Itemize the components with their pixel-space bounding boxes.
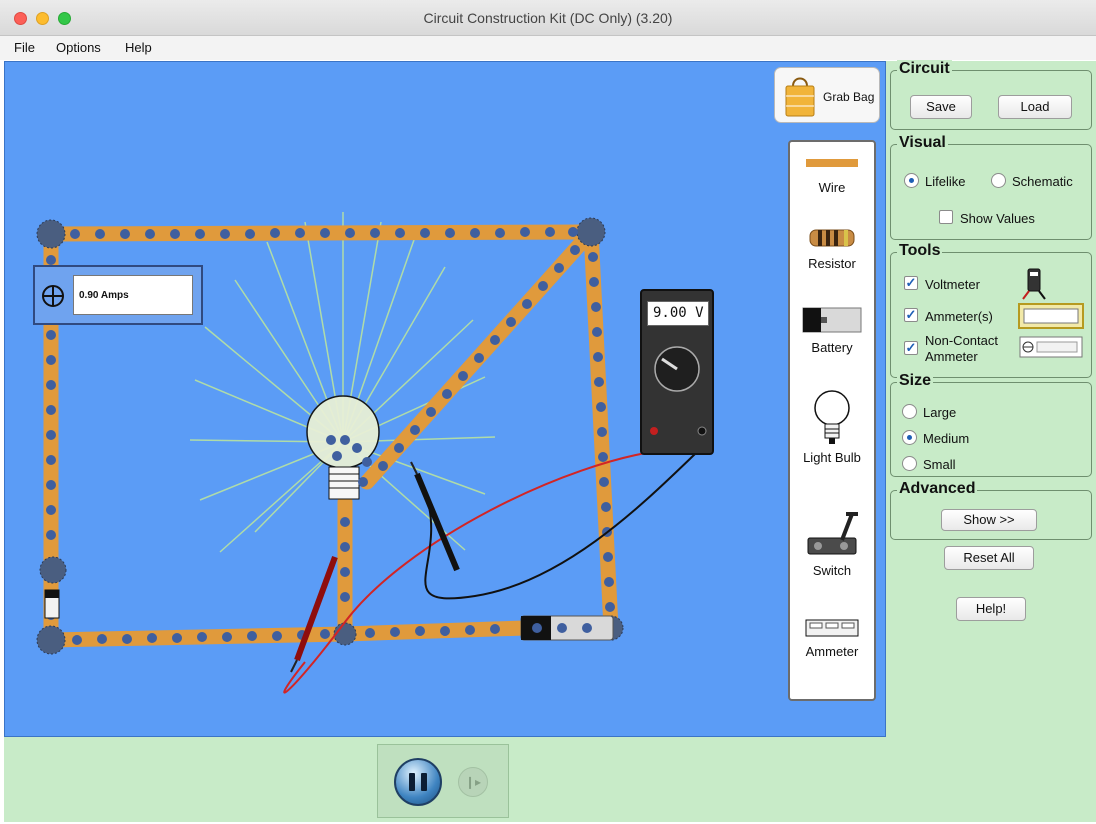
- advanced-group-title: Advanced: [897, 480, 978, 498]
- toolbox-ammeter[interactable]: Ammeter: [790, 618, 874, 668]
- voltmeter[interactable]: 9.00 V: [640, 289, 714, 455]
- medium-radio[interactable]: [902, 430, 917, 445]
- probe-red: [290, 555, 338, 673]
- schematic-label: Schematic: [1012, 174, 1073, 189]
- small-label: Small: [923, 457, 956, 472]
- ammeter-label: Ammeter: [805, 644, 859, 659]
- toolbox-light-bulb[interactable]: Light Bulb: [790, 388, 874, 468]
- lifelike-radio[interactable]: [904, 173, 919, 188]
- non-contact-ammeter[interactable]: 0.90 Amps: [33, 265, 203, 325]
- medium-label: Medium: [923, 431, 970, 446]
- help-button[interactable]: Help!: [956, 597, 1026, 621]
- ammeter-icon: [805, 619, 859, 637]
- switch-label: Switch: [812, 563, 852, 578]
- show-values-checkbox[interactable]: [939, 210, 953, 224]
- grab-bag-label: Grab Bag: [823, 90, 875, 104]
- menu-options[interactable]: Options: [56, 40, 101, 55]
- non-contact-label-line1: Non-Contact: [925, 333, 998, 348]
- resistor-icon: [809, 229, 855, 247]
- battery-label: Battery: [811, 340, 853, 355]
- battery-bottom: [520, 615, 614, 641]
- window-title: Circuit Construction Kit (DC Only) (3.20…: [423, 10, 673, 26]
- pause-button[interactable]: [394, 758, 442, 806]
- voltmeter-mini-icon: [1022, 268, 1046, 300]
- visual-group-title: Visual: [897, 134, 948, 152]
- menu-file[interactable]: File: [14, 40, 35, 55]
- wire-label: Wire: [818, 180, 846, 195]
- show-advanced-button[interactable]: Show >>: [941, 509, 1037, 531]
- lifelike-label: Lifelike: [925, 174, 966, 189]
- circuit-drawing: [36, 212, 696, 694]
- component-toolbox: Wire Resistor Battery Light Bulb Switch …: [788, 140, 876, 701]
- large-label: Large: [923, 405, 957, 420]
- ammeter-value: 0.90 Amps: [73, 275, 193, 315]
- battery-icon: [802, 307, 862, 333]
- save-button[interactable]: Save: [910, 95, 972, 119]
- circuit-canvas[interactable]: 0.90 Amps 9.00 V Grab Bag Wire Resistor …: [4, 61, 886, 737]
- control-panel: Circuit Save Load Visual Lifelike Schema…: [886, 60, 1096, 822]
- large-radio[interactable]: [902, 404, 917, 419]
- resistor-label: Resistor: [808, 256, 856, 271]
- playback-controls: ❙▸: [377, 744, 509, 818]
- voltmeter-checkbox[interactable]: ✓: [904, 276, 918, 290]
- light-bulb-label: Light Bulb: [803, 450, 861, 465]
- tools-group: Tools ✓ Voltmeter ✓ Ammeter(s) ✓ Non-Con…: [890, 242, 1092, 378]
- menu-help[interactable]: Help: [125, 40, 152, 55]
- non-contact-ammeter-checkbox[interactable]: ✓: [904, 341, 918, 355]
- step-button[interactable]: ❙▸: [458, 767, 488, 797]
- crosshair-icon[interactable]: [41, 284, 65, 308]
- ammeter-mini-icon: [1018, 303, 1084, 329]
- pause-icon: [409, 773, 415, 791]
- toolbox-wire[interactable]: Wire: [790, 156, 874, 206]
- step-icon: ❙▸: [464, 775, 482, 789]
- voltmeter-dial-icon: [650, 346, 707, 436]
- tools-group-title: Tools: [897, 242, 943, 260]
- ammeters-checkbox[interactable]: ✓: [904, 308, 918, 322]
- non-contact-ammeter-mini-icon: [1019, 336, 1083, 358]
- wire-icon: [806, 159, 858, 167]
- visual-group: Visual Lifelike Schematic Show Values: [890, 134, 1092, 240]
- circuit-group-title: Circuit: [897, 60, 952, 78]
- ammeters-tool-label: Ammeter(s): [925, 309, 993, 324]
- battery-left: [44, 589, 60, 619]
- schematic-radio[interactable]: [991, 173, 1006, 188]
- toolbox-battery[interactable]: Battery: [790, 306, 874, 360]
- advanced-group: Advanced Show >>: [890, 480, 1092, 540]
- voltmeter-tool-label: Voltmeter: [925, 277, 980, 292]
- voltmeter-reading: 9.00 V: [647, 301, 709, 326]
- shopping-bag-icon: [785, 77, 815, 117]
- non-contact-label-line2: Ammeter: [925, 349, 978, 364]
- circuit-group: Circuit Save Load: [890, 60, 1092, 130]
- show-values-label: Show Values: [960, 211, 1035, 226]
- small-radio[interactable]: [902, 456, 917, 471]
- title-bar: Circuit Construction Kit (DC Only) (3.20…: [0, 0, 1096, 36]
- reset-all-button[interactable]: Reset All: [944, 546, 1034, 570]
- toolbox-resistor[interactable]: Resistor: [790, 228, 874, 278]
- load-button[interactable]: Load: [998, 95, 1072, 119]
- toolbox-switch[interactable]: Switch: [790, 510, 874, 580]
- size-group-title: Size: [897, 372, 934, 390]
- switch-icon: [807, 512, 858, 555]
- size-group: Size Large Medium Small: [890, 372, 1092, 477]
- menu-bar: File Options Help: [0, 36, 1096, 60]
- grab-bag-button[interactable]: Grab Bag: [774, 67, 880, 123]
- light-bulb-icon: [814, 390, 850, 444]
